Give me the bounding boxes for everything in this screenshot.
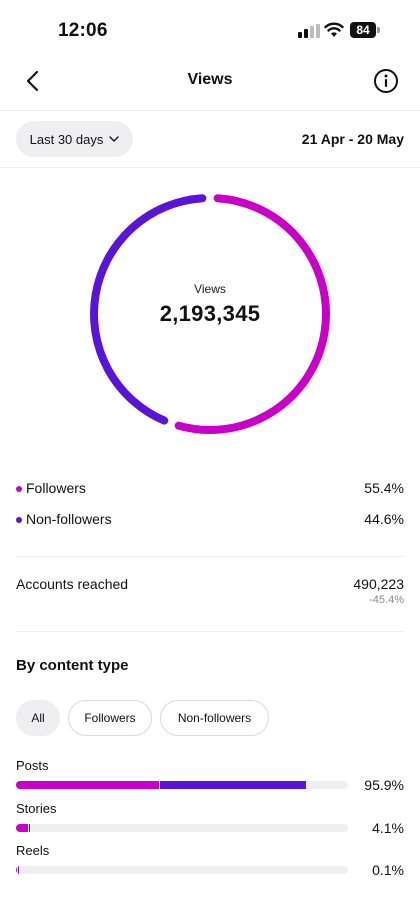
accounts-reached-label: Accounts reached [16, 576, 129, 592]
filter-row: Last 30 days 21 Apr - 20 May [0, 111, 420, 168]
content-type-label-stories: Stories [16, 801, 57, 816]
bar-segment-non-followers [18, 866, 19, 874]
non-followers-dot-icon [16, 517, 22, 523]
legend-label: Followers [26, 480, 86, 496]
chevron-down-icon [109, 136, 120, 142]
legend-percent: 44.6% [364, 511, 404, 527]
filter-chip-non-followers[interactable]: Non-followers [160, 700, 269, 736]
content-type-label-reels: Reels [16, 843, 50, 858]
accounts-reached-row: Accounts reached 490,223 -45.4% [16, 576, 404, 616]
content-type-bar-reels [16, 866, 348, 874]
divider [16, 556, 404, 557]
donut-center-label: Views [194, 282, 226, 296]
date-range-dropdown-label: Last 30 days [29, 131, 104, 147]
status-bar: 12:06 84 [0, 0, 420, 56]
legend-percent: 55.4% [364, 480, 404, 496]
accounts-reached-value: 490,223 [353, 576, 404, 592]
bar-segment-non-followers [28, 824, 31, 832]
date-range-dropdown[interactable]: Last 30 days [16, 121, 133, 157]
info-icon[interactable] [373, 68, 399, 94]
legend-label: Non-followers [26, 511, 112, 527]
content-type-bar-posts [16, 781, 348, 789]
content-type-bar-stories [16, 824, 348, 832]
nav-bar: Views [0, 56, 420, 111]
accounts-reached-change: -45.4% [369, 594, 404, 606]
content-type-percent-posts: 95.9% [364, 777, 404, 793]
bar-segment-followers [16, 824, 28, 832]
views-donut-chart: Views 2,193,345 [88, 192, 332, 436]
bar-segment-followers [16, 866, 17, 874]
followers-dot-icon [16, 486, 22, 492]
filter-chip-followers[interactable]: Followers [68, 700, 152, 736]
battery-level: 84 [350, 22, 376, 38]
section-title-content-type: By content type [16, 657, 129, 674]
content-type-label-posts: Posts [16, 758, 49, 773]
filter-chip-all[interactable]: All [16, 700, 60, 736]
content-type-percent-reels: 0.1% [372, 862, 404, 878]
wifi-icon [324, 22, 344, 37]
cellular-signal-icon [298, 24, 320, 38]
date-range-text: 21 Apr - 20 May [301, 131, 404, 147]
battery-indicator: 84 [350, 22, 380, 38]
page-title: Views [187, 71, 233, 88]
status-time: 12:06 [58, 20, 108, 41]
total-views-value: 2,193,345 [159, 301, 261, 326]
legend-row-followers: Followers 55.4% [16, 480, 404, 500]
bar-segment-non-followers [159, 781, 306, 789]
divider [16, 631, 404, 632]
battery-tip [377, 27, 380, 33]
content-type-percent-stories: 4.1% [372, 820, 404, 836]
bar-segment-followers [16, 781, 159, 789]
legend-row-non-followers: Non-followers 44.6% [16, 511, 404, 531]
